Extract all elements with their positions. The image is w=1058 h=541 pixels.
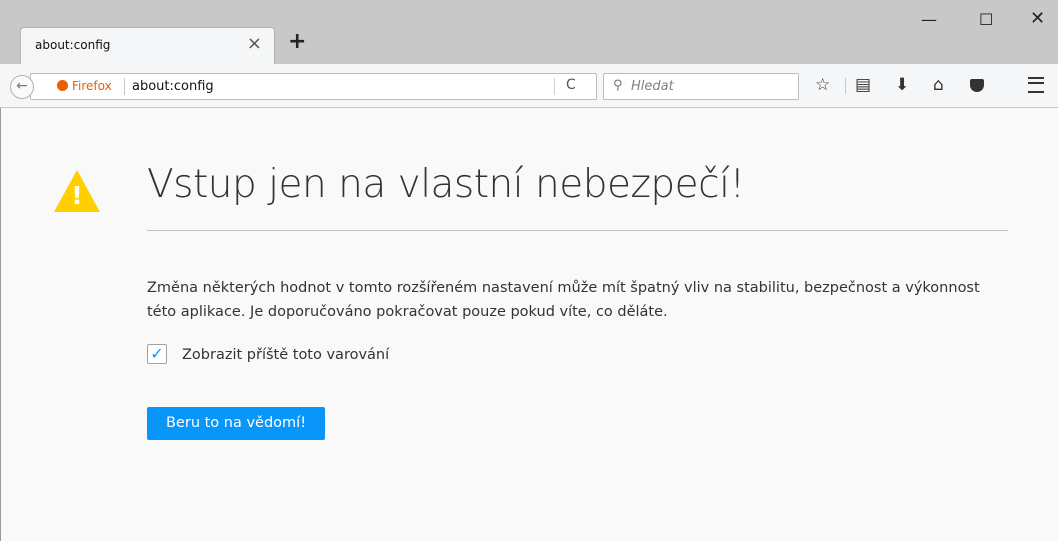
download-icon[interactable]: ⬇ bbox=[895, 74, 909, 96]
back-icon: ← bbox=[16, 78, 28, 94]
maximize-icon[interactable]: ☐ bbox=[979, 10, 993, 29]
search-input[interactable]: Hledat bbox=[631, 79, 674, 94]
accept-risk-button[interactable]: Beru to na vědomí! bbox=[147, 407, 325, 440]
close-window-icon[interactable]: ✕ bbox=[1030, 8, 1045, 29]
bookmark-star-icon[interactable]: ☆ bbox=[815, 74, 830, 96]
identity-box[interactable]: Firefox bbox=[57, 79, 112, 93]
search-icon: ⚲ bbox=[613, 78, 623, 93]
page-content: ! Vstup jen na vlastní nebezpečí! Změna … bbox=[0, 108, 1058, 541]
page-title: Vstup jen na vlastní nebezpečí! bbox=[147, 162, 745, 207]
url-input[interactable]: about:config bbox=[132, 79, 214, 94]
tab-title: about:config bbox=[35, 38, 111, 52]
reload-separator bbox=[554, 78, 555, 95]
identity-label: Firefox bbox=[72, 79, 112, 93]
url-separator bbox=[124, 78, 125, 95]
show-warning-checkbox[interactable]: ✓ bbox=[147, 344, 167, 364]
reading-list-icon[interactable]: ▤ bbox=[855, 74, 871, 96]
tab-about-config[interactable]: about:config × bbox=[20, 27, 275, 64]
back-button[interactable]: ← bbox=[10, 75, 34, 99]
minimize-icon[interactable]: — bbox=[921, 10, 937, 29]
menu-icon[interactable] bbox=[1028, 74, 1044, 96]
new-tab-icon[interactable]: + bbox=[288, 30, 306, 54]
show-warning-label[interactable]: Zobrazit příště toto varování bbox=[182, 347, 389, 363]
firefox-logo-icon bbox=[57, 80, 68, 91]
browser-window: about:config × + — ☐ ✕ Firefox about:con… bbox=[0, 0, 1058, 541]
pocket-icon[interactable] bbox=[970, 74, 984, 96]
home-icon[interactable]: ⌂ bbox=[933, 74, 944, 96]
warning-mark: ! bbox=[71, 181, 83, 210]
warning-description: Změna některých hodnot v tomto rozšířené… bbox=[147, 280, 980, 320]
navigation-toolbar: Firefox about:config C ← ⚲ Hledat ☆ ▤ ⬇ … bbox=[0, 64, 1058, 108]
reload-icon[interactable]: C bbox=[566, 77, 576, 93]
search-bar[interactable]: ⚲ Hledat bbox=[603, 73, 799, 100]
title-bar: about:config × + — ☐ ✕ bbox=[0, 0, 1058, 64]
divider bbox=[147, 230, 1008, 231]
tab-close-icon[interactable]: × bbox=[247, 33, 262, 55]
toolbar-separator bbox=[845, 78, 846, 94]
url-bar[interactable]: Firefox about:config C bbox=[30, 73, 597, 100]
